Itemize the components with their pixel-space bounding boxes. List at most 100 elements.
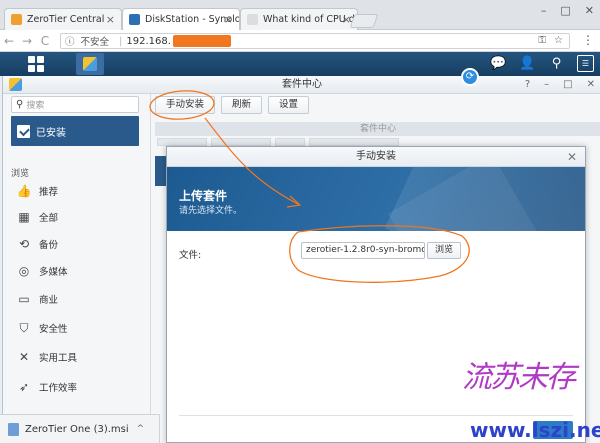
package-center-icon	[83, 57, 97, 71]
chevron-up-icon[interactable]: ^	[137, 424, 145, 434]
refresh-button[interactable]: 刷新	[221, 96, 263, 114]
package-center-titlebar: 套件中心 ⟳ ? – □ ✕	[3, 68, 600, 94]
minimize-icon[interactable]: –	[541, 4, 547, 17]
star-icon[interactable]: ☆	[554, 35, 563, 46]
main-menu-icon[interactable]	[28, 56, 44, 72]
search-placeholder: 搜索	[26, 101, 45, 111]
user-icon[interactable]: 👤	[519, 55, 536, 72]
rocket-icon: ➶	[18, 380, 30, 394]
dialog-titlebar: 手动安装 ✕	[167, 147, 585, 167]
manual-install-dialog: 手动安装 ✕ 上传套件 请先选择文件。 文件: zerotier-1.2.8r0…	[166, 146, 586, 443]
info-icon[interactable]: ⓘ	[65, 34, 75, 48]
browse-button[interactable]: 浏览	[427, 242, 461, 259]
thumbs-up-icon: 👍	[16, 184, 32, 198]
synology-favicon-icon	[129, 14, 140, 25]
url-separator: |	[119, 35, 123, 47]
browser-tab-cpu[interactable]: What kind of CPU does ×	[240, 8, 358, 30]
url-input[interactable]: ⓘ 不安全 | 192.168. ⚿ ☆	[60, 33, 570, 49]
close-icon[interactable]: ✕	[567, 147, 577, 167]
package-toolbar: 手动安装 刷新 设置	[155, 96, 310, 116]
file-label: 文件:	[179, 250, 202, 261]
sidebar-section-browse: 浏览	[11, 169, 30, 179]
dsm-taskbar: 💬 👤 ⚲ ☰	[0, 52, 600, 76]
manual-install-button[interactable]: 手动安装	[155, 96, 216, 114]
sidebar-item-label: 推荐	[39, 187, 59, 198]
redacted-url-mark	[172, 35, 231, 47]
sidebar-item-label: 工作效率	[39, 383, 78, 394]
window-title: 套件中心	[282, 79, 322, 90]
background-tab	[275, 138, 305, 146]
close-icon[interactable]: ×	[224, 13, 233, 26]
sidebar-item-installed[interactable]: 已安装	[11, 116, 139, 146]
security-label: 不安全	[80, 37, 110, 48]
sidebar-item-utilities[interactable]: ✕ 实用工具	[17, 348, 77, 366]
file-path-input[interactable]: zerotier-1.2.8r0-syn-bromolow-	[301, 242, 425, 259]
tab-label: ZeroTier Central	[27, 14, 105, 25]
sync-icon[interactable]: ⟳	[461, 68, 479, 86]
window-title-controls: ? – □ ✕	[525, 76, 595, 94]
settings-button[interactable]: 设置	[268, 96, 310, 114]
tools-icon: ✕	[18, 350, 30, 364]
minimize-icon[interactable]: –	[544, 76, 549, 94]
sidebar-item-security[interactable]: ⛉ 安全性	[17, 319, 68, 337]
upload-package-heading: 上传套件	[179, 189, 228, 203]
sidebar-item-business[interactable]: ▭ 商业	[17, 290, 58, 308]
search-icon[interactable]: ⚲	[548, 55, 565, 72]
search-icon: ⚲	[16, 99, 24, 110]
dialog-header: 上传套件 请先选择文件。	[167, 167, 585, 231]
search-input[interactable]: ⚲ 搜索	[11, 96, 139, 113]
maximize-icon[interactable]: □	[560, 4, 570, 17]
reload-icon[interactable]: C	[36, 34, 54, 48]
installed-icon	[17, 124, 30, 138]
package-center-logo-icon	[9, 78, 22, 91]
package-center-taskbar-button[interactable]	[76, 53, 104, 75]
sidebar-item-multimedia[interactable]: ◎ 多媒体	[17, 262, 68, 280]
forward-arrow-icon[interactable]: →	[18, 34, 36, 48]
dialog-title: 手动安装	[356, 151, 396, 162]
sidebar-item-label: 实用工具	[39, 353, 78, 364]
upload-package-subtitle: 请先选择文件。	[179, 206, 243, 216]
help-icon[interactable]: ?	[525, 76, 530, 94]
grid-icon: ▦	[18, 210, 30, 224]
new-tab-button[interactable]	[349, 14, 379, 28]
address-bar: ← → C ⓘ 不安全 | 192.168. ⚿ ☆ ⋮	[0, 30, 600, 52]
widgets-icon[interactable]: ☰	[577, 55, 594, 72]
sidebar-item-all[interactable]: ▦ 全部	[17, 208, 58, 226]
sidebar-item-label: 多媒体	[39, 267, 68, 278]
sidebar-item-label: 安全性	[39, 324, 68, 335]
chat-icon[interactable]: 💬	[490, 55, 507, 72]
sidebar-item-productivity[interactable]: ➶ 工作效率	[17, 378, 77, 396]
back-arrow-icon[interactable]: ←	[0, 34, 18, 48]
sidebar-item-label: 全部	[39, 213, 59, 224]
page-favicon-icon	[247, 14, 258, 25]
sidebar-item-label: 已安装	[36, 127, 66, 139]
backup-icon: ⟲	[18, 237, 30, 251]
sidebar-item-backup[interactable]: ⟲ 备份	[17, 235, 58, 253]
close-icon[interactable]: ✕	[587, 76, 595, 94]
background-panel-title: 套件中心	[155, 122, 600, 136]
maximize-icon[interactable]: □	[563, 76, 572, 94]
zerotier-favicon-icon	[11, 14, 22, 25]
download-file-name: ZeroTier One (3).msi	[25, 423, 129, 435]
installer-file-icon	[8, 422, 19, 436]
browser-menu-icon[interactable]: ⋮	[582, 33, 594, 47]
sidebar-item-label: 备份	[39, 240, 59, 251]
dsm-tray: 💬 👤 ⚲ ☰	[490, 55, 594, 72]
browser-tab-zerotier[interactable]: ZeroTier Central ×	[4, 8, 122, 30]
window-close-icon[interactable]: ✕	[585, 4, 594, 17]
browser-tab-diskstation[interactable]: DiskStation - Synology ×	[122, 8, 240, 30]
browser-tab-strip: ZeroTier Central × DiskStation - Synolog…	[0, 0, 600, 30]
shield-icon: ⛉	[19, 320, 29, 335]
background-tab	[157, 138, 207, 146]
sidebar-item-recommended[interactable]: 👍 推荐	[17, 182, 58, 200]
background-tab	[211, 138, 271, 146]
key-icon[interactable]: ⚿	[538, 35, 546, 46]
window-controls: – □ ✕	[541, 4, 594, 17]
dialog-footer-divider	[179, 415, 573, 416]
film-reel-icon: ◎	[18, 264, 30, 278]
close-icon[interactable]: ×	[106, 13, 115, 26]
download-item[interactable]: ZeroTier One (3).msi ^	[0, 414, 160, 443]
watermark-logo: 流苏未存	[462, 360, 576, 395]
omnibox-actions: ⚿ ☆	[538, 35, 563, 46]
sidebar: ⚲ 搜索 已安装 浏览 👍 推荐 ▦ 全部 ⟲ 备份 ◎ 多媒体 ▭ 商业 ⛉	[3, 94, 151, 443]
